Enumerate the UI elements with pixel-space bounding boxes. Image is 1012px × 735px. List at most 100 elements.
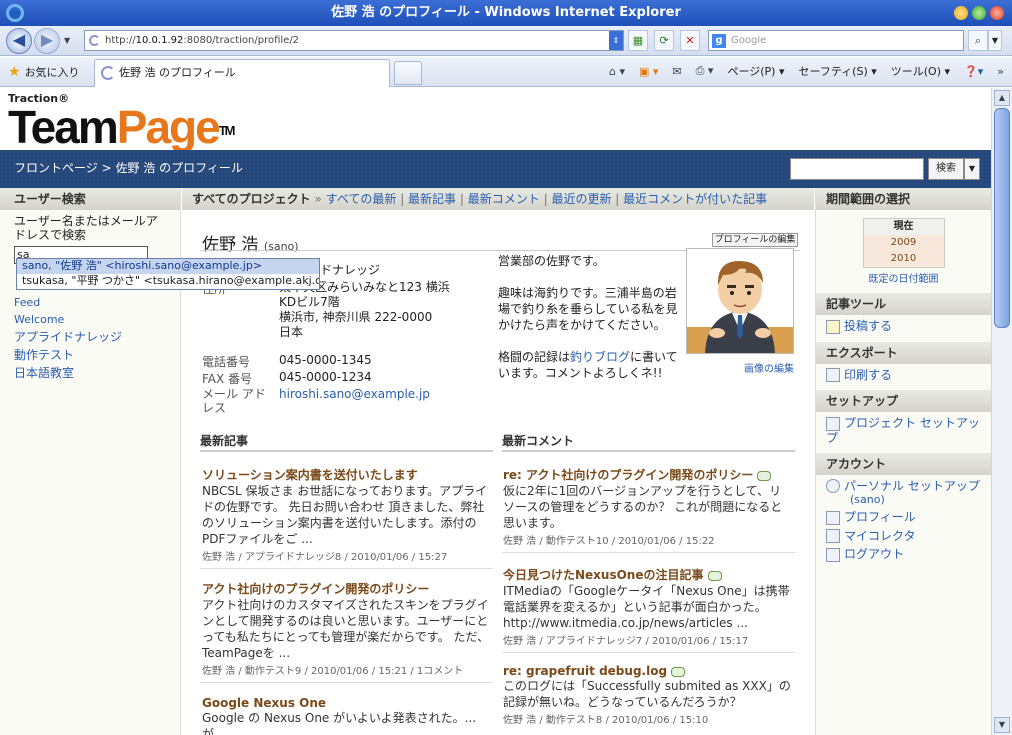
print-link[interactable]: 印刷する	[816, 364, 991, 382]
mail-icon[interactable]: ✉	[672, 65, 681, 78]
comment-excerpt: ITMediaの「Googleケータイ「Nexus One」は携帯電話業界を変え…	[503, 584, 790, 614]
feeds-icon[interactable]: ▣ ▾	[639, 65, 658, 78]
link-welcome[interactable]: Welcome	[14, 311, 122, 328]
all-projects-label[interactable]: すべてのプロジェクト	[192, 192, 311, 206]
link-applied-knowledge[interactable]: アプライドナレッジ	[14, 328, 122, 346]
help-icon[interactable]: ❓▾	[964, 65, 983, 78]
maximize-button[interactable]	[972, 6, 986, 20]
new-tab-button[interactable]	[394, 61, 422, 85]
window-titlebar: e 佐野 浩 のプロフィール - Windows Internet Explor…	[0, 0, 1012, 26]
comment-icon	[707, 570, 722, 581]
comment-meta: 佐野 浩 / 動作テスト8 / 2010/01/06 / 15:10	[503, 715, 709, 726]
range-year[interactable]: 2009	[863, 235, 944, 251]
scroll-down-icon[interactable]: ▼	[994, 717, 1010, 733]
tab-title: 佐野 浩 のプロフィール	[119, 66, 236, 79]
scroll-thumb[interactable]	[994, 108, 1010, 328]
link-operation-test[interactable]: 動作テスト	[14, 346, 122, 364]
breadcrumb[interactable]: フロントページ > 佐野 浩 のプロフィール	[14, 159, 243, 176]
comment-excerpt: 仮に2年に1回のバージョンアップを行うとして、リソースの管理をどうするのか？ こ…	[503, 484, 783, 530]
range-year[interactable]: 2010	[863, 251, 944, 267]
compat-view-icon[interactable]: ▦	[628, 30, 648, 51]
article-title[interactable]: ソリューション案内書を送付いたします	[202, 466, 492, 483]
command-bar: ⌂ ▾ ▣ ▾ ✉ ⎙ ▾ ページ(P) ▾ セーフティ(S) ▾ ツール(O)…	[609, 63, 1004, 79]
history-dropdown-icon[interactable]: ▼	[64, 36, 70, 45]
project-fragment: ドナレッジ	[320, 263, 381, 277]
blog-link[interactable]: 釣りブログ	[570, 350, 630, 364]
forward-button[interactable]: ▶	[34, 28, 60, 54]
tab-bar: ★ お気に入り 佐野 浩 のプロフィール ⌂ ▾ ▣ ▾ ✉ ⎙ ▾ ページ(P)…	[0, 57, 1012, 87]
tools-menu[interactable]: ツール(O) ▾	[891, 63, 950, 79]
print-icon[interactable]: ⎙ ▾	[696, 64, 714, 78]
comment-title-row: re: grapefruit debug.log	[503, 664, 793, 678]
mail-link[interactable]: hiroshi.sano@example.jp	[279, 387, 489, 402]
mail-row: メール アドレス hiroshi.sano@example.jp	[202, 387, 472, 417]
default-range-link[interactable]: 既定の日付範囲	[816, 270, 991, 285]
collector-link[interactable]: マイコレクタ	[816, 525, 991, 543]
link-latest-articles[interactable]: 最新記事	[408, 192, 456, 206]
edit-profile-button[interactable]: プロフィールの編集	[712, 233, 798, 247]
link-latest-comments[interactable]: 最新コメント	[468, 192, 540, 206]
site-search-dropdown-icon[interactable]: ▼	[964, 158, 980, 180]
teampage-logo[interactable]: Traction® TeamPageTM	[8, 92, 236, 153]
article-title[interactable]: アクト社向けのプラグイン開発のポリシー	[202, 580, 492, 597]
vertical-scrollbar[interactable]: ▲ ▼	[991, 88, 1012, 735]
scroll-up-icon[interactable]: ▲	[994, 90, 1010, 106]
search-go-icon[interactable]: ⌕	[968, 30, 988, 51]
logout-link[interactable]: ログアウト	[816, 543, 991, 562]
tab-active[interactable]: 佐野 浩 のプロフィール	[94, 59, 390, 87]
safety-menu[interactable]: セーフティ(S) ▾	[798, 63, 876, 79]
window-title: 佐野 浩 のプロフィール - Windows Internet Explorer	[331, 5, 681, 20]
site-search-button[interactable]: 検索	[928, 158, 964, 180]
post-link[interactable]: 投稿する	[816, 315, 991, 334]
article-excerpt: アクト社向けのカスタマイズされたスキンをプラグインとして開発するのは良いと思いま…	[202, 598, 490, 660]
project-setup-label: プロジェクト セットアップ	[826, 416, 980, 445]
stop-icon[interactable]: ✕	[680, 30, 700, 51]
close-button[interactable]	[990, 6, 1004, 20]
profile-link[interactable]: プロフィール	[816, 506, 991, 525]
window-controls	[954, 6, 1004, 20]
article-excerpt: NBCSL 保坂さま お世話になっております。アプライドの佐野です。 先日お問い…	[202, 484, 488, 546]
site-search-input[interactable]	[790, 158, 924, 180]
bio-paragraph: 格闘の記録は釣りブログに書いています。コメントよろしくネ!!	[498, 349, 678, 381]
comment-link[interactable]: http://www.itmedia.co.jp/news/articles .…	[503, 615, 793, 631]
search-box[interactable]: g Google	[708, 30, 964, 51]
autocomplete-item[interactable]: tsukasa, "平野 つかさ" <tsukasa.hirano@exampl…	[17, 274, 319, 289]
avatar-illustration	[687, 261, 793, 353]
back-button[interactable]: ◀	[6, 28, 32, 54]
bio-text: 格闘の記録は	[498, 350, 571, 364]
refresh-icon[interactable]: ⟳	[654, 30, 674, 51]
range-current[interactable]: 現在	[863, 219, 944, 235]
address-dropdown-icon[interactable]: ⇕	[609, 31, 623, 50]
setup-heading: セットアップ	[816, 390, 991, 412]
printer-icon	[826, 368, 840, 382]
url-prefix: http://	[105, 35, 136, 46]
link-recently-commented[interactable]: 最近コメントが付いた記事	[623, 192, 767, 206]
image-edit-link[interactable]: 画像の編集	[744, 360, 794, 375]
address-bar[interactable]: http://10.0.1.92:8080/traction/profile/2…	[84, 30, 624, 51]
link-feed[interactable]: Feed	[14, 294, 122, 311]
comment-icon	[757, 470, 772, 481]
article-title[interactable]: Google Nexus One	[202, 696, 492, 710]
minimize-button[interactable]	[954, 6, 968, 20]
bio-paragraph: 営業部の佐野です。	[498, 254, 605, 268]
comment-title[interactable]: re: grapefruit debug.log	[503, 664, 667, 678]
autocomplete-item[interactable]: sano, "佐野 浩" <hiroshi.sano@example.jp>	[17, 259, 319, 274]
favorites-button[interactable]: ★ お気に入り	[8, 64, 80, 80]
article-divider	[200, 682, 493, 683]
search-options-icon[interactable]: ▼	[988, 30, 1002, 51]
comment-title[interactable]: re: アクト社向けのプラグイン開発のポリシー	[503, 468, 753, 482]
link-japanese-class[interactable]: 日本語教室	[14, 364, 122, 382]
page-menu[interactable]: ページ(P) ▾	[727, 63, 784, 79]
profile-name: 佐野 浩	[202, 235, 259, 255]
brand-tm: TM	[218, 122, 236, 138]
comment-title-row: re: アクト社向けのプラグイン開発のポリシー	[503, 466, 793, 483]
personal-setup-label: パーソナル セットアップ	[844, 478, 980, 493]
link-recent-updates[interactable]: 最近の更新	[551, 192, 611, 206]
user-icon	[826, 479, 840, 493]
comment-title[interactable]: 今日見つけたNexusOneの注目記事	[503, 568, 704, 582]
home-icon[interactable]: ⌂ ▾	[609, 65, 625, 78]
more-icon[interactable]: »	[997, 65, 1004, 78]
link-all-latest[interactable]: すべての最新	[326, 192, 397, 206]
project-setup-link[interactable]: プロジェクト セットアップ	[816, 412, 991, 445]
personal-setup-link[interactable]: パーソナル セットアップ	[816, 475, 991, 493]
